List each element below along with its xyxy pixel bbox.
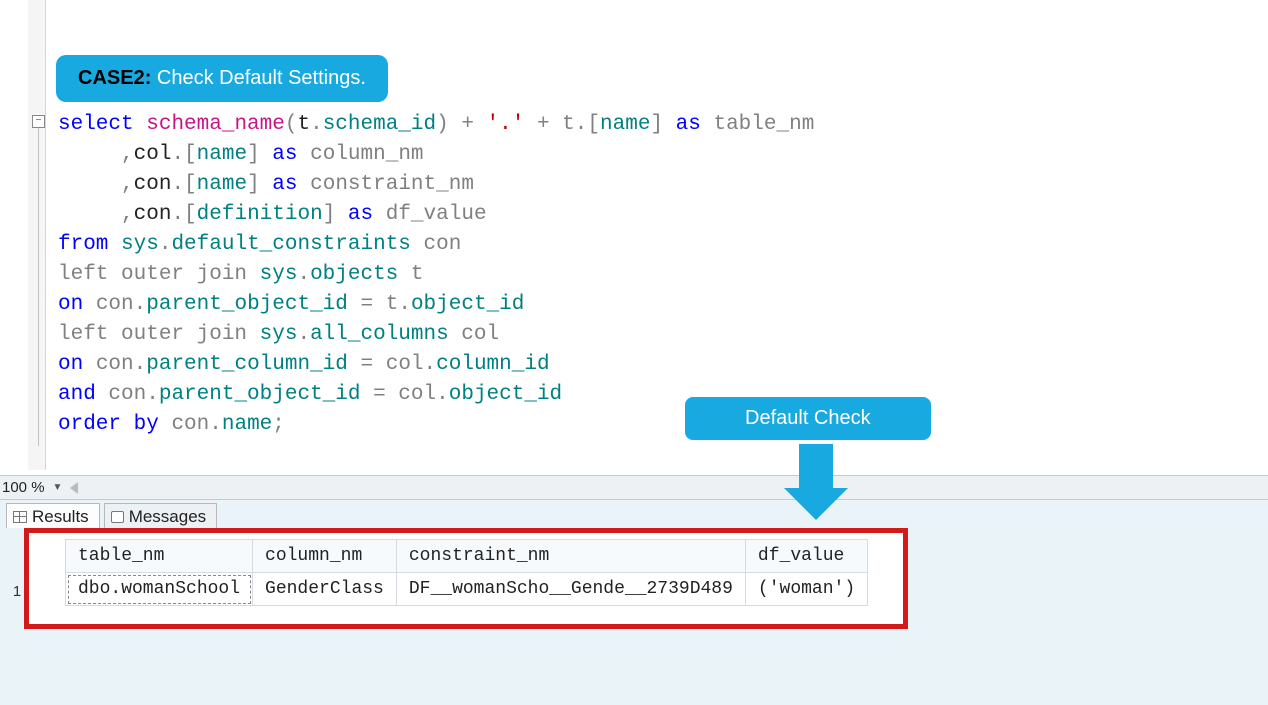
col-header[interactable]: constraint_nm — [396, 540, 745, 573]
col-header[interactable]: table_nm — [66, 540, 253, 573]
zoom-dropdown-icon[interactable]: ▼ — [53, 482, 63, 493]
results-highlight-box: 1 table_nm column_nm constraint_nm df_va… — [24, 528, 908, 629]
table-header-row: table_nm column_nm constraint_nm df_valu… — [66, 540, 868, 573]
scroll-left-icon[interactable] — [70, 482, 78, 494]
result-tabs: Results Messages — [0, 500, 1268, 528]
case-badge-label: CASE2: — [78, 67, 151, 89]
row-number: 1 — [7, 583, 27, 600]
case-badge-text: Check Default Settings. — [157, 67, 366, 89]
sql-code[interactable]: select schema_name(t.schema_id) + '.' + … — [58, 110, 814, 440]
code-fold-toggle[interactable]: − — [32, 115, 45, 128]
zoom-bar: 100 % ▼ — [0, 475, 1268, 500]
tab-results[interactable]: Results — [6, 503, 100, 528]
cell[interactable]: dbo.womanSchool — [66, 573, 253, 606]
cell[interactable]: DF__womanScho__Gende__2739D489 — [396, 573, 745, 606]
cell[interactable]: GenderClass — [253, 573, 397, 606]
tab-messages[interactable]: Messages — [104, 503, 217, 528]
callout-default-check: Default Check — [685, 397, 931, 440]
fold-guide-line — [38, 128, 39, 446]
zoom-value[interactable]: 100 % — [2, 479, 45, 496]
col-header[interactable]: df_value — [745, 540, 867, 573]
editor-gutter — [28, 0, 46, 470]
tab-messages-label: Messages — [129, 507, 206, 527]
results-table[interactable]: table_nm column_nm constraint_nm df_valu… — [65, 539, 868, 606]
grid-icon — [13, 511, 27, 523]
messages-icon — [111, 511, 124, 523]
cell[interactable]: ('woman') — [745, 573, 867, 606]
sql-editor-pane[interactable]: − CASE2: Check Default Settings. select … — [0, 0, 1268, 475]
table-row[interactable]: dbo.womanSchool GenderClass DF__womanSch… — [66, 573, 868, 606]
case-badge: CASE2: Check Default Settings. — [56, 55, 388, 102]
arrow-down-icon — [796, 444, 836, 520]
tab-results-label: Results — [32, 507, 89, 527]
col-header[interactable]: column_nm — [253, 540, 397, 573]
